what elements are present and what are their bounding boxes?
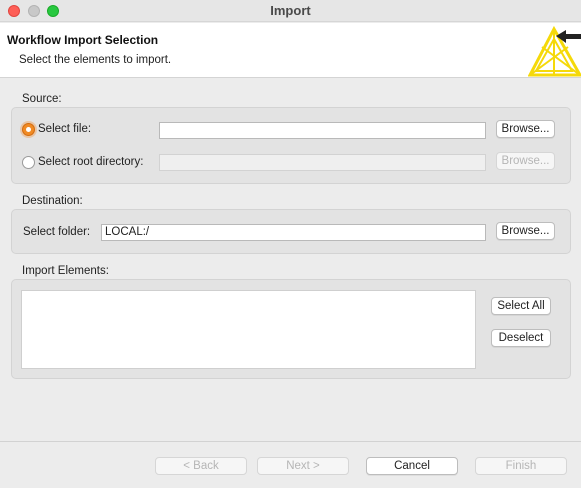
footer-divider [0,441,581,442]
page-description: Select the elements to import. [19,54,172,66]
window-title: Import [270,3,311,18]
finish-button[interactable]: Finish [475,457,567,475]
source-section-label: Source: [22,93,62,105]
select-folder-label: Select folder: [23,226,91,238]
import-elements-list[interactable] [21,290,476,369]
select-file-label: Select file: [38,123,92,135]
cancel-button[interactable]: Cancel [366,457,458,475]
browse-file-button[interactable]: Browse... [496,120,555,138]
window-titlebar: Import [0,0,581,22]
knime-logo-icon [528,25,581,77]
select-root-directory-input[interactable] [159,154,486,171]
source-group [11,107,571,184]
next-button[interactable]: Next > [257,457,349,475]
destination-folder-input[interactable]: LOCAL:/ [101,224,486,241]
browse-destination-button[interactable]: Browse... [496,222,555,240]
select-all-button[interactable]: Select All [491,297,551,315]
select-root-directory-radio[interactable] [22,156,35,169]
select-file-input[interactable] [159,122,486,139]
page-title: Workflow Import Selection [7,33,159,47]
destination-section-label: Destination: [22,195,83,207]
select-file-radio[interactable] [22,123,35,136]
back-button[interactable]: < Back [155,457,247,475]
select-root-directory-label: Select root directory: [38,156,144,168]
wizard-header: Workflow Import Selection Select the ele… [0,23,581,78]
browse-root-directory-button[interactable]: Browse... [496,152,555,170]
deselect-button[interactable]: Deselect [491,329,551,347]
import-elements-section-label: Import Elements: [22,265,109,277]
